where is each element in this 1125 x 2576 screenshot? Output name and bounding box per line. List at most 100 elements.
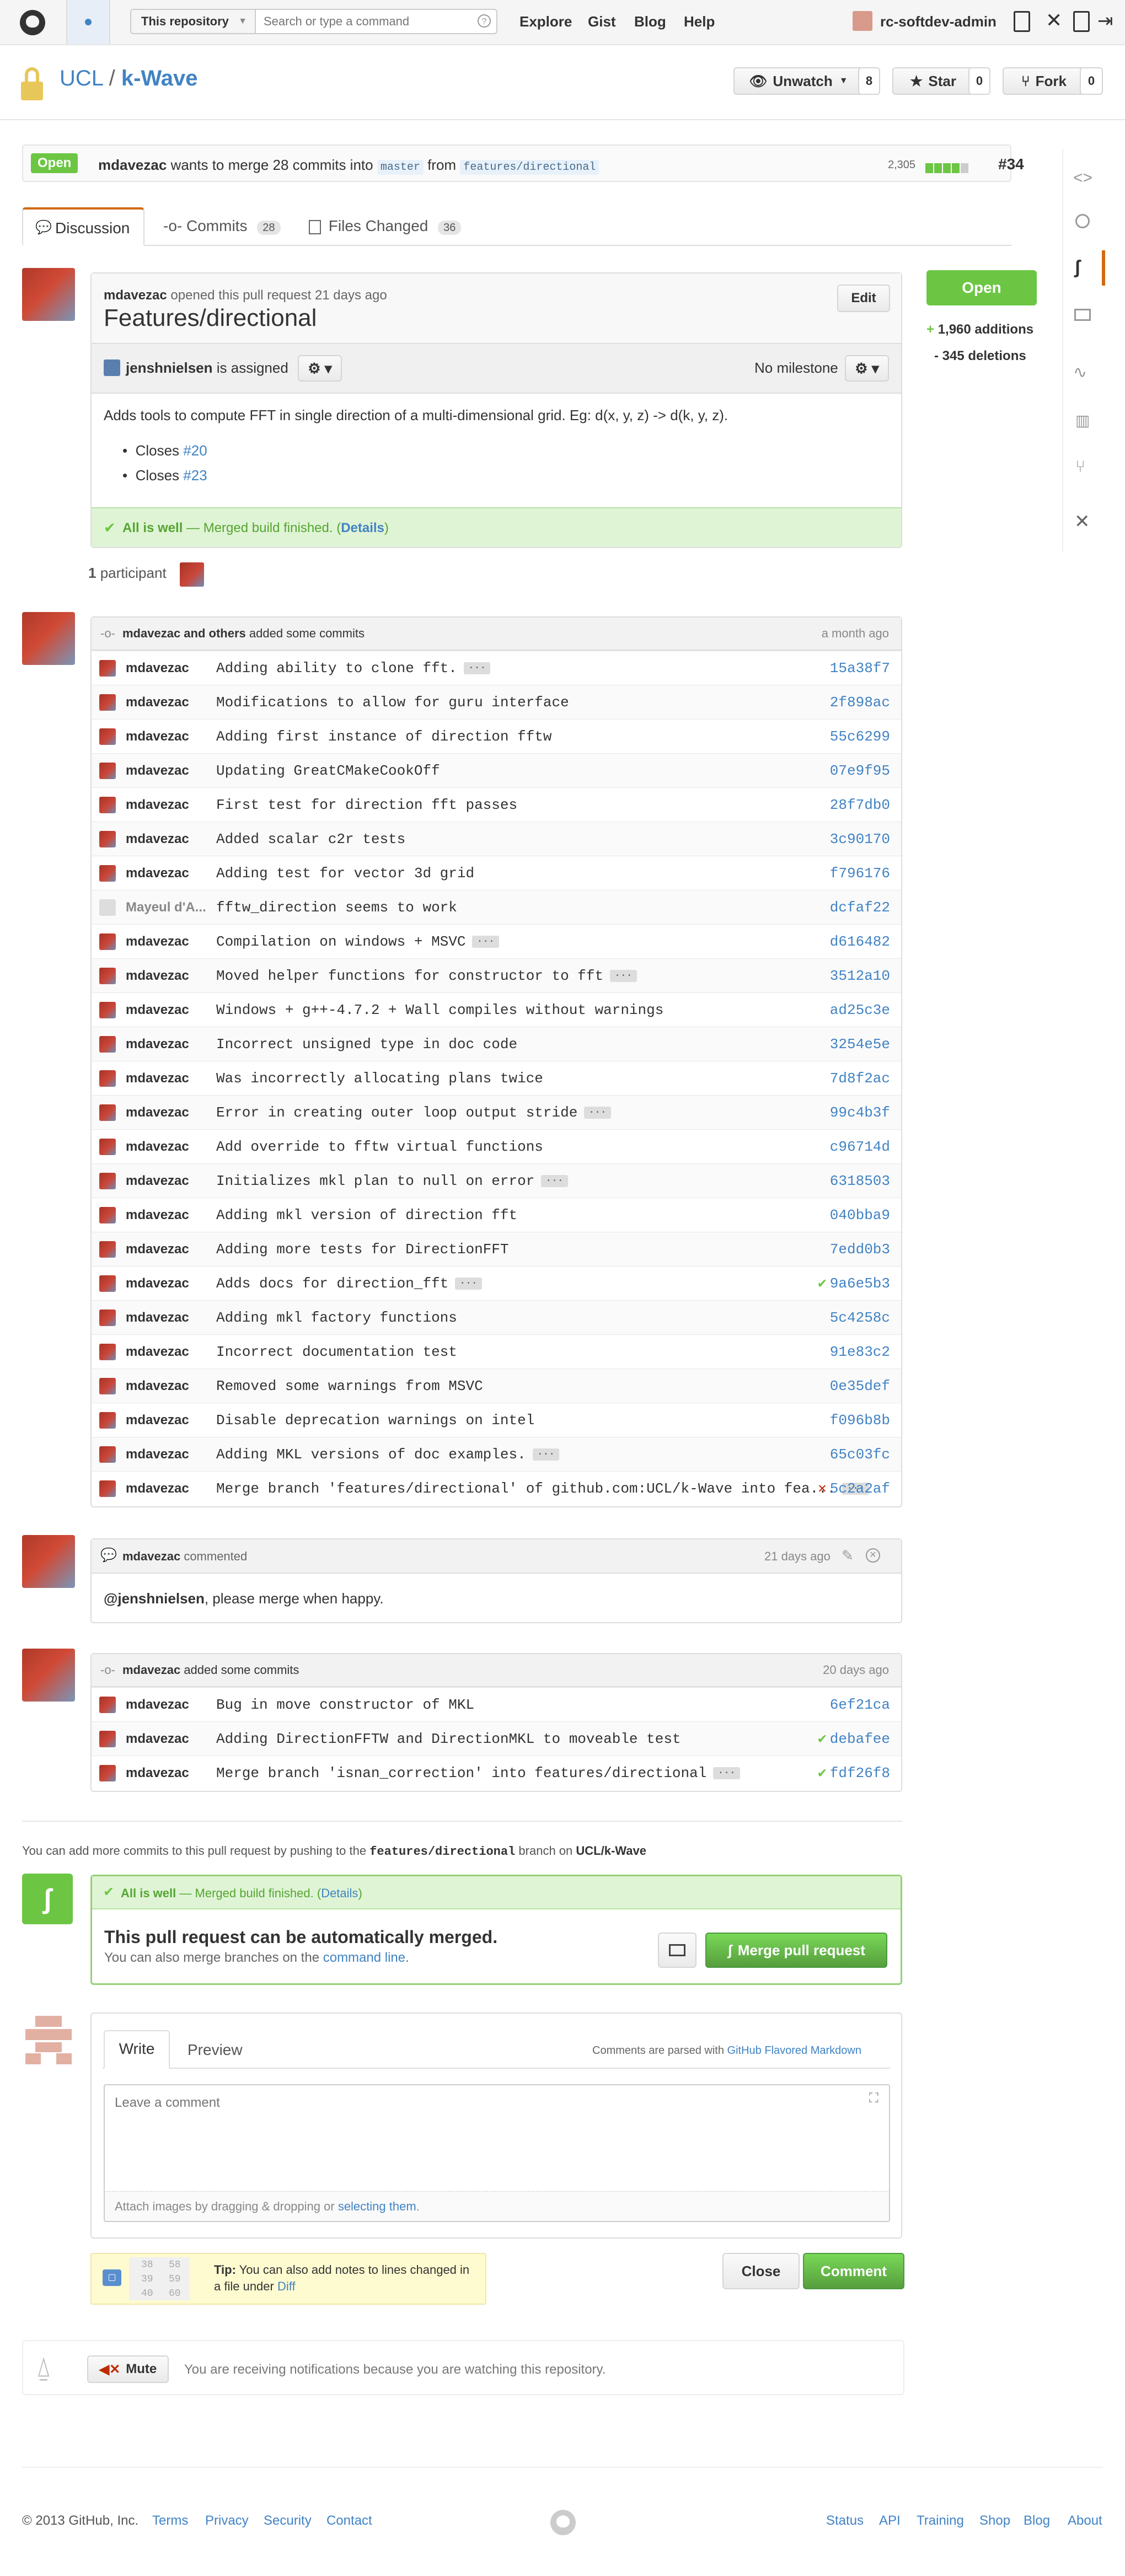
commit-row[interactable]: mdavezac Moved helper functions for const… xyxy=(92,958,901,992)
search-scope[interactable]: This repository ▼ xyxy=(130,9,255,34)
commit-author[interactable]: mdavezac xyxy=(126,729,189,744)
commit-sha-link[interactable]: 5c4258c xyxy=(830,1310,890,1326)
commit-sha-link[interactable]: ad25c3e xyxy=(830,1002,890,1018)
author-avatar[interactable] xyxy=(22,1535,75,1588)
commit-row[interactable]: mdavezac Initializes mkl plan to null on … xyxy=(92,1163,901,1198)
account-settings-icon[interactable] xyxy=(1073,11,1090,32)
desktop-merge-button[interactable] xyxy=(658,1933,697,1968)
commit-sha-link[interactable]: 3c90170 xyxy=(830,831,890,847)
commit-sha-link[interactable]: 7d8f2ac xyxy=(830,1070,890,1087)
star-button[interactable]: ★ Star xyxy=(892,67,974,95)
graphs-icon[interactable]: ▥ xyxy=(1075,411,1090,430)
issues-icon[interactable] xyxy=(1075,214,1090,228)
commit-message[interactable]: Moved helper functions for constructor t… xyxy=(216,968,637,984)
commit-row[interactable]: mdavezac Merge branch 'isnan_correction' … xyxy=(92,1756,901,1790)
commit-message[interactable]: Add override to fftw virtual functions xyxy=(216,1139,543,1155)
commit-row[interactable]: mdavezac Was incorrectly allocating plans… xyxy=(92,1061,901,1095)
commit-author[interactable]: mdavezac xyxy=(126,866,189,881)
mention[interactable]: @jenshnielsen xyxy=(104,1590,205,1607)
comment-textarea[interactable] xyxy=(104,2084,890,2192)
footer-link-contact[interactable]: Contact xyxy=(326,2513,372,2529)
commit-sha-link[interactable]: 28f7db0 xyxy=(830,797,890,813)
star-count[interactable]: 0 xyxy=(968,67,990,95)
commit-row[interactable]: mdavezac Windows + g++-4.7.2 + Wall compi… xyxy=(92,992,901,1027)
commit-sha-link[interactable]: f796176 xyxy=(830,865,890,882)
commit-row[interactable]: mdavezac Disable deprecation warnings on … xyxy=(92,1403,901,1437)
details-link[interactable]: Details xyxy=(341,520,384,535)
footer-link-terms[interactable]: Terms xyxy=(152,2513,188,2529)
settings-tools-icon[interactable]: ✕ xyxy=(1046,9,1062,32)
commit-message[interactable]: Adding test for vector 3d grid xyxy=(216,865,474,882)
commit-author[interactable]: mdavezac xyxy=(126,831,189,847)
commit-sha-link[interactable]: 2f898ac xyxy=(830,694,890,711)
commit-sha-link[interactable]: 15a38f7 xyxy=(830,660,890,677)
fullscreen-icon[interactable]: ⛶ xyxy=(869,2091,878,2106)
commit-row[interactable]: mdavezac First test for direction fft pas… xyxy=(92,787,901,822)
fork-count[interactable]: 0 xyxy=(1080,67,1103,95)
commit-row[interactable]: mdavezac Updating GreatCMakeCookOff 07e9f9… xyxy=(92,753,901,787)
comment-author[interactable]: mdavezac xyxy=(122,1549,180,1563)
commit-row[interactable]: mdavezac Removed some warnings from MSVC 0… xyxy=(92,1368,901,1403)
watch-count[interactable]: 8 xyxy=(858,67,880,95)
search-input[interactable] xyxy=(255,9,497,34)
commit-message[interactable]: Removed some warnings from MSVC xyxy=(216,1378,483,1394)
merge-pull-request-button[interactable]: ʃ Merge pull request xyxy=(705,1933,887,1968)
assignee-gear-button[interactable]: ⚙ ▾ xyxy=(298,355,342,382)
commit-author[interactable]: mdavezac xyxy=(126,1481,189,1496)
unwatch-button[interactable]: 👁 Unwatch ▼ xyxy=(733,67,864,95)
commit-sha-link[interactable]: ✔ debafee xyxy=(818,1730,890,1747)
footer-link-blog[interactable]: Blog xyxy=(1024,2513,1050,2529)
commit-message[interactable]: Windows + g++-4.7.2 + Wall compiles with… xyxy=(216,1002,663,1018)
mute-button[interactable]: ◀✕ Mute xyxy=(87,2355,169,2383)
commit-row[interactable]: mdavezac Merge branch 'features/direction… xyxy=(92,1471,901,1505)
pull-requests-icon[interactable]: ʃ xyxy=(1074,257,1080,278)
nav-gist[interactable]: Gist xyxy=(588,13,616,30)
commit-author[interactable]: mdavezac xyxy=(126,1037,189,1052)
commit-message[interactable]: Adding DirectionFFTW and DirectionMKL to… xyxy=(216,1731,681,1747)
commit-author[interactable]: mdavezac xyxy=(126,1139,189,1155)
commit-sha-link[interactable]: 65c03fc xyxy=(830,1446,890,1463)
commit-message[interactable]: Disable deprecation warnings on intel xyxy=(216,1412,534,1429)
footer-link-shop[interactable]: Shop xyxy=(979,2513,1010,2529)
commit-sha-link[interactable]: dcfaf22 xyxy=(830,899,890,916)
commit-message[interactable]: Compilation on windows + MSVC ··· xyxy=(216,933,499,950)
expand-message-button[interactable]: ··· xyxy=(463,662,491,674)
nav-blog[interactable]: Blog xyxy=(634,13,666,30)
participant-avatar[interactable] xyxy=(180,562,204,587)
notifications-icon[interactable] xyxy=(66,0,110,44)
state-button[interactable]: Open xyxy=(926,270,1037,305)
commit-author[interactable]: mdavezac xyxy=(126,1378,189,1394)
tab-discussion[interactable]: 💬 Discussion xyxy=(22,207,144,246)
commit-sha-link[interactable]: 7edd0b3 xyxy=(830,1241,890,1258)
opening-author[interactable]: mdavezac xyxy=(104,288,167,303)
github-mark-icon[interactable] xyxy=(550,2510,576,2535)
commit-message[interactable]: Incorrect unsigned type in doc code xyxy=(216,1036,517,1053)
commit-message[interactable]: Updating GreatCMakeCookOff xyxy=(216,763,440,779)
commit-author[interactable]: mdavezac xyxy=(126,1731,189,1747)
close-icon[interactable]: ✕ xyxy=(866,1548,880,1563)
username[interactable]: rc-softdev-admin xyxy=(880,13,997,30)
author-avatar[interactable] xyxy=(22,1649,75,1702)
tab-files-changed[interactable]: Files Changed 36 xyxy=(309,217,462,235)
commit-row[interactable]: Mayeul d'A... fftw_direction seems to wor… xyxy=(92,890,901,924)
commit-sha-link[interactable]: 07e9f95 xyxy=(830,763,890,779)
commit-message[interactable]: Error in creating outer loop output stri… xyxy=(216,1104,611,1121)
commit-sha-link[interactable]: ✕ 5c2a2af xyxy=(818,1480,890,1497)
commit-row[interactable]: mdavezac Adding first instance of directi… xyxy=(92,719,901,753)
commit-row[interactable]: mdavezac Compilation on windows + MSVC ···… xyxy=(92,924,901,958)
footer-link-privacy[interactable]: Privacy xyxy=(205,2513,249,2529)
commit-message[interactable]: Merge branch 'features/directional' of g… xyxy=(216,1480,869,1497)
commit-message[interactable]: Modifications to allow for guru interfac… xyxy=(216,694,569,711)
commit-row[interactable]: mdavezac Incorrect documentation test 91e8… xyxy=(92,1334,901,1368)
footer-link-security[interactable]: Security xyxy=(264,2513,312,2529)
commit-author[interactable]: mdavezac xyxy=(126,1697,189,1713)
commit-sha-link[interactable]: f096b8b xyxy=(830,1412,890,1429)
diff-link[interactable]: Diff xyxy=(277,2279,296,2293)
commit-author[interactable]: mdavezac xyxy=(126,1276,189,1291)
commit-row[interactable]: mdavezac Adding mkl version of direction … xyxy=(92,1198,901,1232)
commit-message[interactable]: Adding MKL versions of doc examples. ··· xyxy=(216,1446,560,1463)
fork-button[interactable]: ⑂ Fork xyxy=(1003,67,1085,95)
commit-author[interactable]: mdavezac xyxy=(126,661,189,676)
commit-sha-link[interactable]: ✔ fdf26f8 xyxy=(818,1764,890,1781)
commit-author[interactable]: mdavezac xyxy=(126,1765,189,1781)
